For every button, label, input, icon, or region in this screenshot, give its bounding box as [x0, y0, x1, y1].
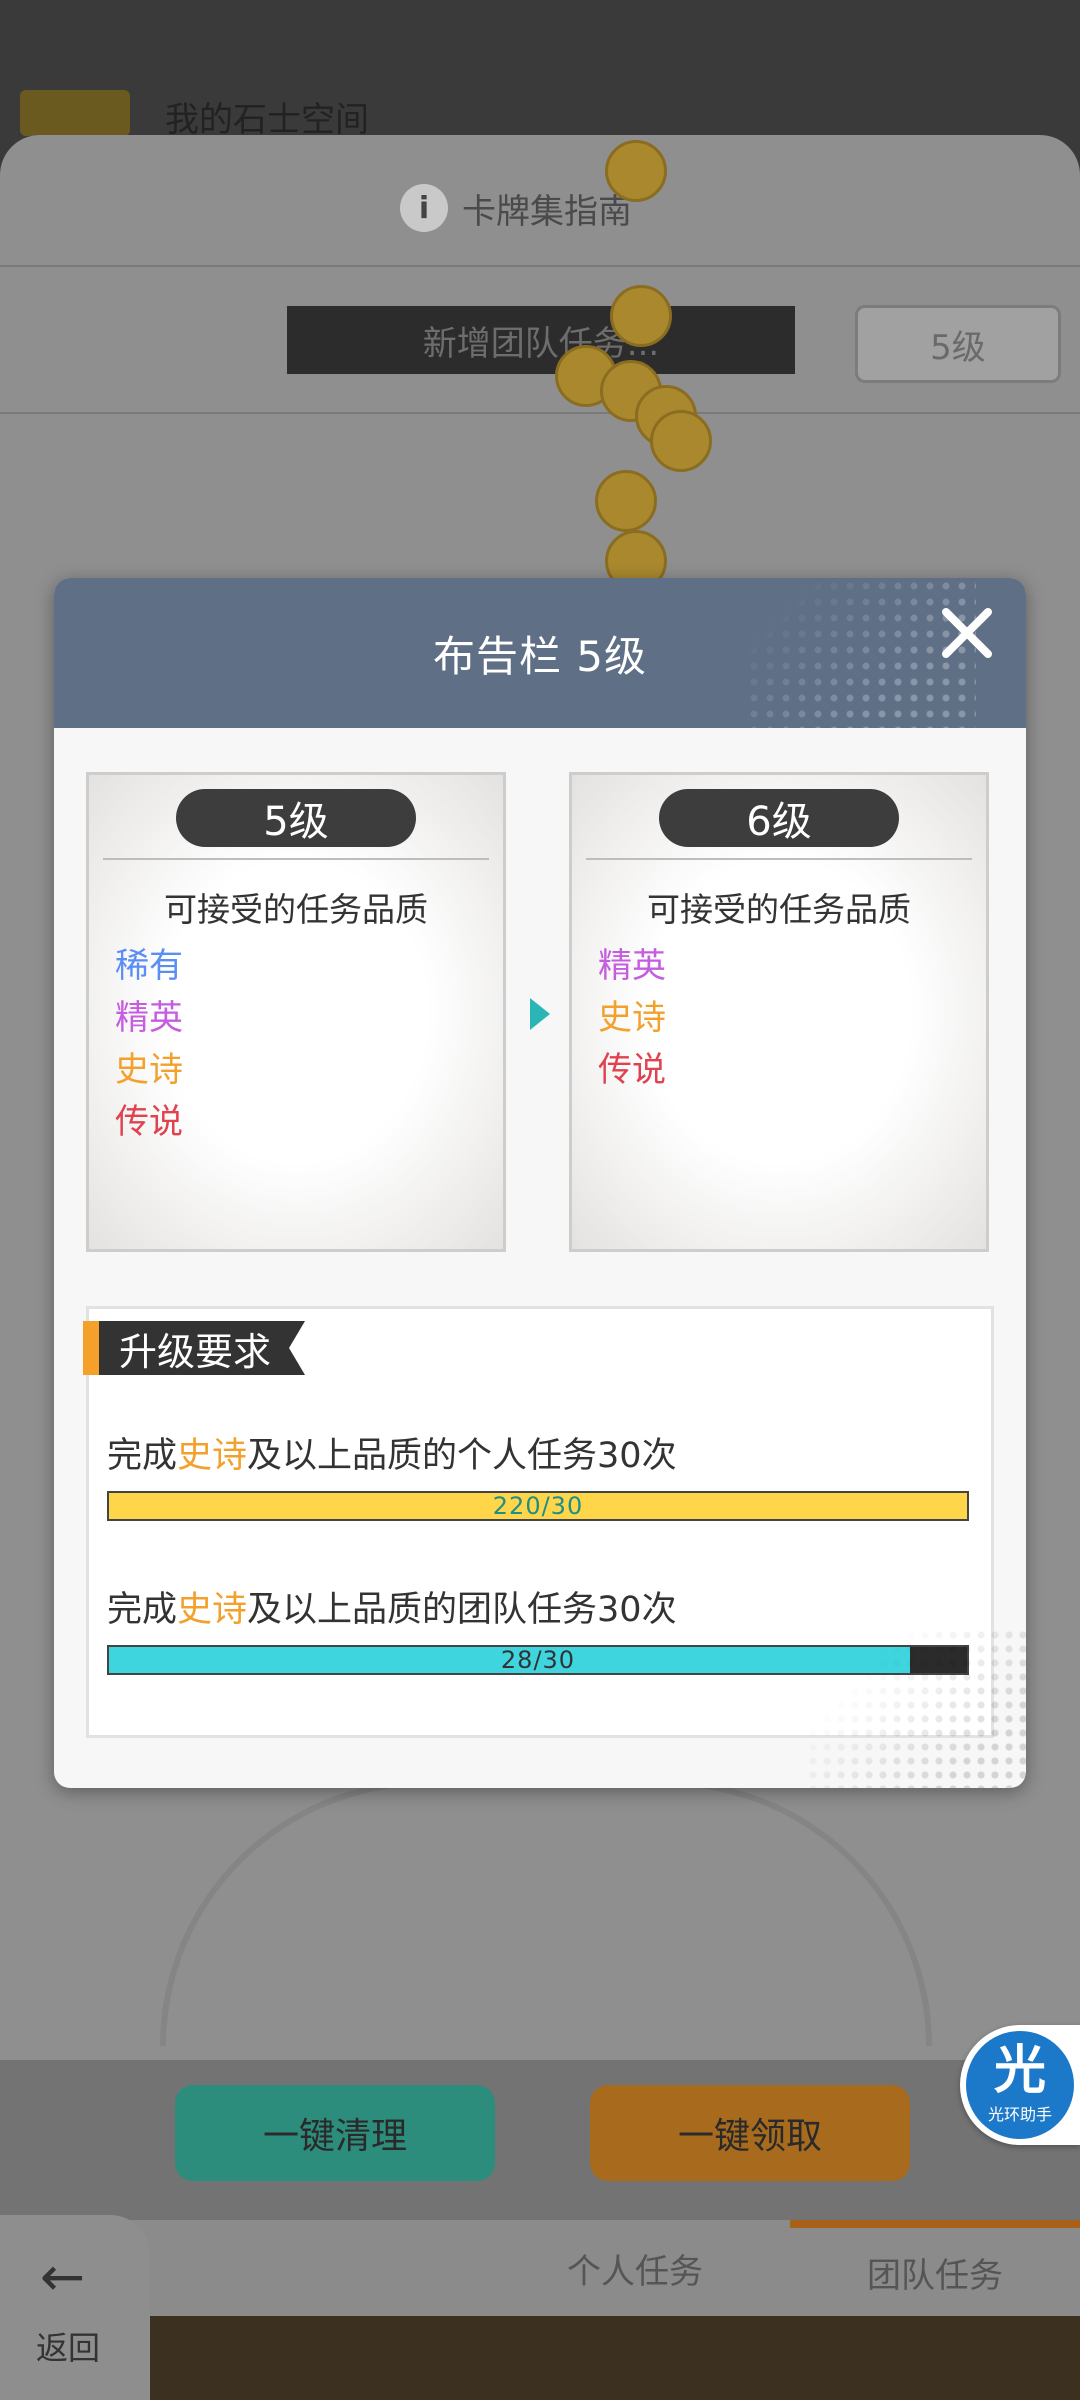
character-strip — [150, 2316, 1080, 2400]
corner-dot-pattern — [806, 1628, 1026, 1788]
current-quality-list: 稀有 精英 史诗 传说 — [115, 940, 183, 1148]
current-level-badge: 5级 — [176, 789, 416, 847]
quality-item: 精英 — [115, 998, 183, 1038]
close-icon — [942, 608, 992, 658]
clear-all-button: 一键清理 — [175, 2085, 495, 2181]
tab-personal-tasks: 个人任务 — [567, 2251, 703, 2292]
next-level-badge: 6级 — [659, 789, 899, 847]
game-logo — [20, 90, 130, 136]
next-level-card: 6级 可接受的任务品质 精英史诗传说 — [569, 772, 989, 1252]
top-bar-title: 我的石士空间 — [165, 100, 369, 140]
tab-team-tasks: 团队任务 — [790, 2220, 1080, 2316]
back-button: ← 返回 — [0, 2215, 150, 2400]
dialog-title: 布告栏 5级 — [432, 631, 648, 681]
back-arrow-icon: ← — [40, 2245, 86, 2308]
next-quality-list: 精英 史诗 传说 — [598, 940, 666, 1096]
coin-icon — [595, 470, 657, 532]
card-divider — [586, 858, 972, 860]
quality-item: 传说 — [598, 1050, 666, 1090]
assistant-icon: 光 光环助手 — [966, 2031, 1074, 2139]
coin-icon — [605, 140, 667, 202]
card-divider — [103, 858, 489, 860]
board-level-dialog: 布告栏 5级 5级 可接受的任务品质 稀有 精英 史诗 传说 6级 可接受的任务品质 … — [54, 578, 1026, 1788]
back-label: 返回 — [36, 2329, 101, 2367]
info-icon: i — [400, 184, 448, 232]
accepted-quality-title: 可接受的任务品质 — [647, 890, 911, 929]
requirement-text: 完成史诗及以上品质的个人任务30次 — [107, 1436, 677, 1476]
bottom-action-area — [0, 2060, 1080, 2220]
header-accent — [83, 1321, 99, 1375]
current-level-card: 5级 可接受的任务品质 稀有精英史诗传说 — [86, 772, 506, 1252]
divider — [0, 412, 1080, 414]
progress-bar: 220/30 — [107, 1491, 969, 1521]
progress-text: 220/30 — [492, 1492, 584, 1520]
quality-item: 稀有 — [115, 946, 183, 986]
coin-icon — [650, 410, 712, 472]
close-button[interactable] — [930, 596, 1004, 670]
guide-label: 卡牌集指南 — [462, 191, 632, 232]
quality-item: 精英 — [598, 946, 666, 986]
divider — [0, 265, 1080, 267]
coin-icon — [610, 285, 672, 347]
claim-all-button: 一键领取 — [590, 2085, 910, 2181]
quality-item: 传说 — [115, 1102, 183, 1142]
new-task-banner: 新增团队任务... — [287, 306, 795, 374]
requirements-header: 升级要求 — [83, 1321, 305, 1375]
dialog-header: 布告栏 5级 — [54, 578, 1026, 728]
arrow-right-icon — [530, 998, 550, 1030]
requirement-text: 完成史诗及以上品质的团队任务30次 — [107, 1590, 677, 1630]
assistant-floating-button[interactable]: 光 光环助手 — [960, 2025, 1080, 2145]
quality-item: 史诗 — [115, 1050, 183, 1090]
requirements-title: 升级要求 — [99, 1321, 305, 1375]
quality-item: 史诗 — [598, 998, 666, 1038]
board-level-button: 5级 — [855, 305, 1061, 383]
requirement-item: 完成史诗及以上品质的个人任务30次 220/30 — [107, 1427, 971, 1521]
accepted-quality-title: 可接受的任务品质 — [164, 890, 428, 929]
